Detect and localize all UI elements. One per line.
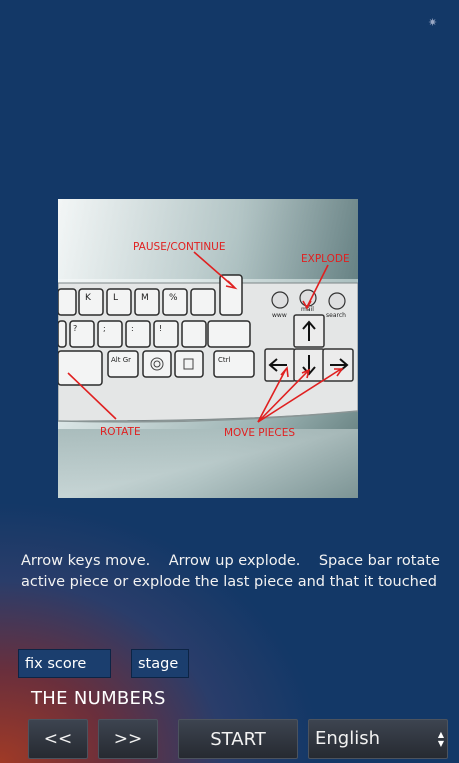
key-semicolon-label: ; [103, 324, 106, 333]
key-exclaim-label: ! [159, 324, 162, 333]
key-exclaim [153, 320, 179, 348]
key-altgr [107, 350, 139, 378]
start-button[interactable]: START [178, 719, 298, 759]
key-asterisk [190, 288, 216, 316]
key-ctrl-label: Ctrl [218, 356, 231, 364]
language-select[interactable]: English ▲ ▼ [308, 719, 448, 759]
next-button[interactable]: >> [98, 719, 158, 759]
key-semicolon [97, 320, 123, 348]
key-l [106, 288, 132, 316]
key-j [58, 288, 77, 316]
stage-field[interactable]: stage [131, 649, 189, 678]
instructions-text: Arrow keys move. Arrow up explode. Space… [21, 553, 445, 590]
key-enter [207, 320, 251, 348]
move-pieces-label: MOVE PIECES [224, 427, 295, 439]
star-icon: ✷ [428, 16, 438, 29]
pause-continue-label: PAUSE/CONTINUE [133, 241, 226, 253]
rotate-label: ROTATE [100, 426, 141, 438]
key-ctrl [213, 350, 255, 378]
game-title: THE NUMBERS [31, 688, 166, 709]
key-spacebar [58, 350, 103, 386]
key-l-label: L [113, 293, 118, 303]
select-arrows-icon: ▲ ▼ [437, 730, 444, 748]
key-m-label: M [141, 293, 149, 303]
key-windows [142, 350, 172, 378]
search-label: search [326, 312, 346, 319]
controls-instruction-image: K L M % ? ; : ! Alt Gr Ctrl www mail sea… [58, 199, 358, 498]
www-button-icon [271, 291, 289, 309]
key-colon [125, 320, 151, 348]
key-pause [219, 274, 243, 316]
explode-label: EXPLODE [301, 253, 350, 265]
key-colon-label: : [131, 324, 134, 333]
www-label: www [272, 312, 287, 319]
key-altgr-label: Alt Gr [111, 356, 131, 364]
language-selected-value: English [315, 728, 380, 749]
fix-score-field[interactable]: fix score [18, 649, 111, 678]
key-percent-label: % [169, 293, 178, 303]
key-k [78, 288, 104, 316]
search-button-icon [328, 292, 346, 310]
previous-button[interactable]: << [28, 719, 88, 759]
key-menu [174, 350, 204, 378]
key-question-label: ? [73, 324, 77, 333]
